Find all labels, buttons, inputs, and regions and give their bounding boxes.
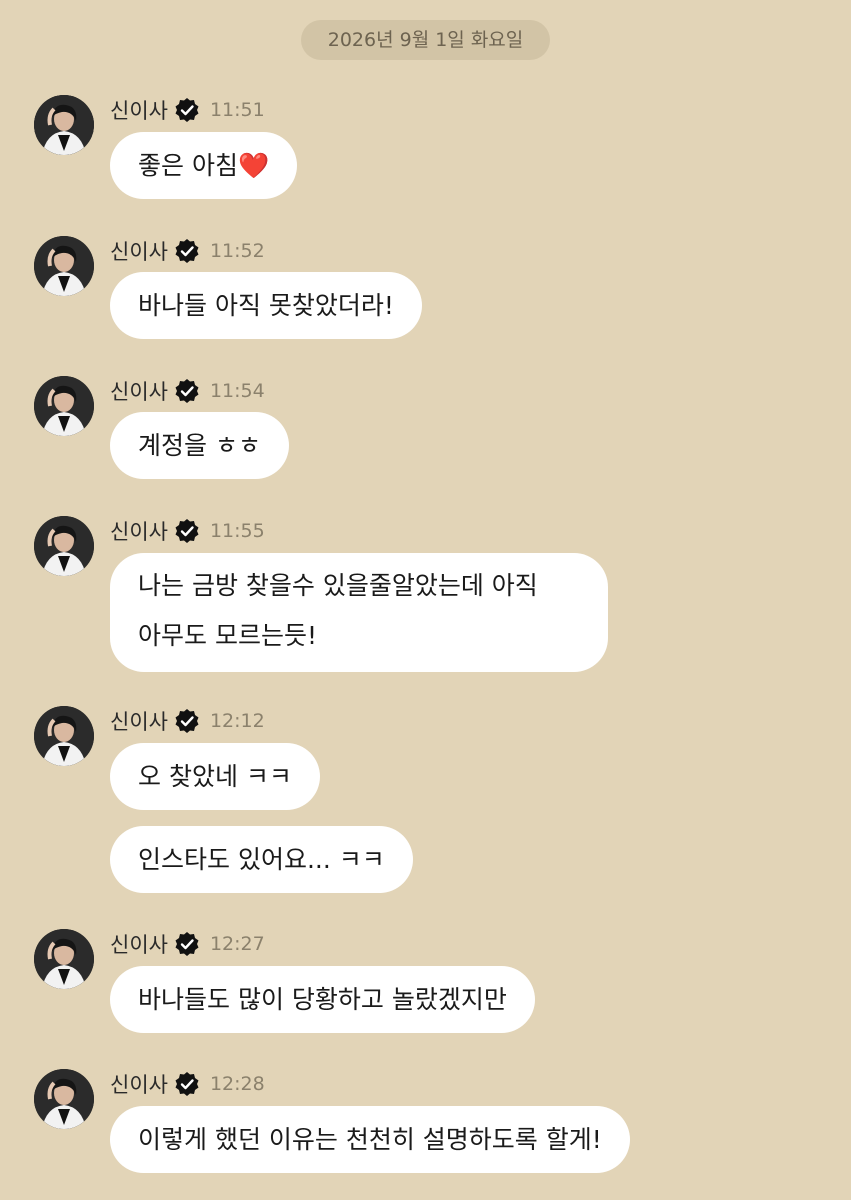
message-bubble[interactable]: 이렇게 했던 이유는 천천히 설명하도록 할게! <box>110 1106 630 1173</box>
message-text-line: 아무도 모르는듯! <box>138 621 317 650</box>
avatar[interactable] <box>34 1069 94 1129</box>
message-text: 바나들 아직 못찾았더라! <box>138 291 394 320</box>
sender-name: 신이사 <box>110 933 168 957</box>
avatar[interactable] <box>34 236 94 296</box>
message-bubble[interactable]: 나는 금방 찾을수 있을줄알았는데 아직 아무도 모르는듯! <box>110 553 608 672</box>
message-time: 11:52 <box>209 240 265 262</box>
avatar[interactable] <box>34 516 94 576</box>
sender-name: 신이사 <box>110 520 168 544</box>
verified-badge-icon <box>174 931 200 957</box>
verified-badge-icon <box>174 708 200 734</box>
message-text: 이렇게 했던 이유는 천천히 설명하도록 할게! <box>138 1125 602 1154</box>
message-bubble[interactable]: 좋은 아침❤️ <box>110 132 298 199</box>
avatar[interactable] <box>34 929 94 989</box>
message-time: 12:12 <box>209 710 265 732</box>
verified-badge-icon <box>174 378 200 404</box>
date-divider: 2026년 9월 1일 화요일 <box>301 20 550 60</box>
sender-name: 신이사 <box>110 1073 168 1097</box>
message-text: 인스타도 있어요... ㅋㅋ <box>138 845 385 874</box>
message-bubble[interactable]: 인스타도 있어요... ㅋㅋ <box>110 826 413 893</box>
verified-badge-icon <box>174 518 200 544</box>
avatar[interactable] <box>34 376 94 436</box>
verified-badge-icon <box>174 1071 200 1097</box>
verified-badge-icon <box>174 97 200 123</box>
message-time: 12:28 <box>209 1073 265 1095</box>
heart-emoji-icon: ❤️ <box>237 151 270 180</box>
sender-name: 신이사 <box>110 240 168 264</box>
sender-name: 신이사 <box>110 710 168 734</box>
message-bubble[interactable]: 계정을 ㅎㅎ <box>110 412 289 479</box>
message-time: 11:51 <box>209 99 265 121</box>
message-text: 오 찾았네 ㅋㅋ <box>138 762 292 791</box>
avatar[interactable] <box>34 706 94 766</box>
verified-badge-icon <box>174 238 200 264</box>
message-text: 계정을 ㅎㅎ <box>138 431 261 460</box>
message-text-line: 나는 금방 찾을수 있을줄알았는데 아직 <box>138 571 538 600</box>
message-time: 11:54 <box>209 380 265 402</box>
message-bubble[interactable]: 바나들도 많이 당황하고 놀랐겠지만 <box>110 966 535 1033</box>
message-time: 11:55 <box>209 520 265 542</box>
message-time: 12:27 <box>209 933 265 955</box>
message-bubble[interactable]: 오 찾았네 ㅋㅋ <box>110 743 320 810</box>
avatar[interactable] <box>34 95 94 155</box>
sender-name: 신이사 <box>110 99 168 123</box>
message-text: 좋은 아침 <box>138 151 238 180</box>
message-text: 바나들도 많이 당황하고 놀랐겠지만 <box>138 985 507 1014</box>
sender-name: 신이사 <box>110 380 168 404</box>
message-bubble[interactable]: 바나들 아직 못찾았더라! <box>110 272 422 339</box>
